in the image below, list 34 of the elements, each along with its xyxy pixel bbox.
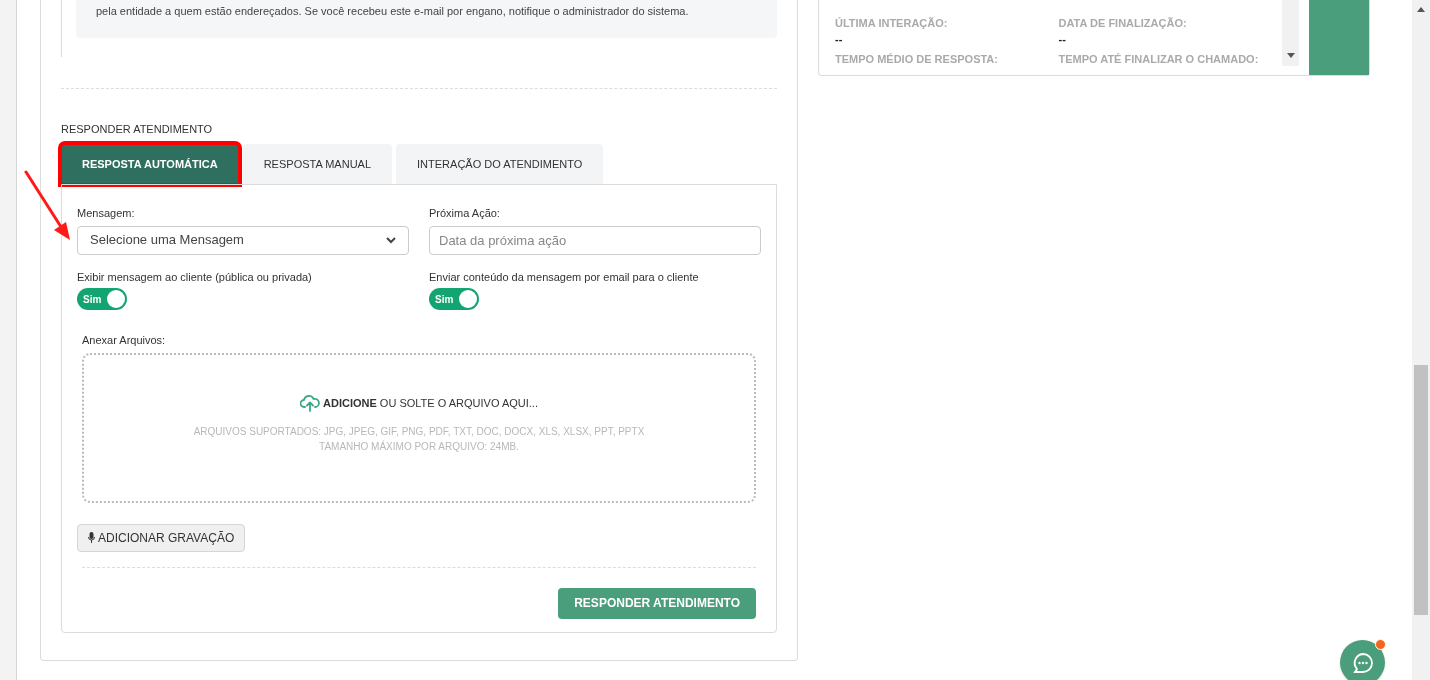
toggle-label: Exibir mensagem ao cliente (pública ou privada) [77,269,312,285]
annotation-arrow [23,170,73,242]
detail-label: ÚLTIMA INTERAÇÃO: [835,16,949,30]
add-recording-button[interactable]: ADICIONAR GRAVAÇÃO [77,523,246,552]
file-drop-zone[interactable]: ADICIONE OU SOLTE O ARQUIVO AQUI... ARQUIVOS SUPORTADOS: JPG, JPEG, GIF, PNG, PDF, TXT, DOC, DOCX, XLS, XLSX, PPT, PPTX TAMANHO MÁXIMO POR ARQUIVO: 24MB. [82,352,756,503]
detail-label: TEMPO ATÉ FINALIZAR O CHAMADO: [1058,52,1260,66]
drop-prompt: ADICIONE OU SOLTE O ARQUIVO AQUI... [323,395,538,411]
scroll-thumb[interactable] [1414,365,1428,615]
microphone-icon [88,532,95,543]
tab[interactable]: INTERAÇÃO DO ATENDIMENTO [396,144,604,184]
detail-label: TEMPO MÉDIO DE RESPOSTA: [835,52,999,66]
tab[interactable]: RESPOSTA MANUAL [242,144,393,184]
section-title: RESPONDER ATENDIMENTO [61,123,213,135]
detail-value: -- [835,32,844,47]
supported-formats: ARQUIVOS SUPORTADOS: JPG, JPEG, GIF, PNG, PDF, TXT, DOC, DOCX, XLS, XLSX, PPT, PPTX [193,424,645,439]
message-select[interactable]: Selecione uma Mensagem [77,225,409,255]
detail-value: -- [1058,32,1067,47]
max-file-size: TAMANHO MÁXIMO POR ARQUIVO: 24MB. [319,439,519,454]
detail-label: DATA DE FINALIZAÇÃO: [1058,16,1188,30]
toggle-label: Enviar conteúdo da mensagem por email para o cliente [429,269,699,285]
tab[interactable]: RESPOSTA AUTOMÁTICA [61,144,239,184]
field-label: Próxima Ação: [429,206,501,221]
cloud-upload-icon [300,394,320,412]
date-input[interactable]: Data da próxima ação [429,225,761,255]
scroll-down-icon [1286,53,1295,58]
page-scrollbar[interactable] [1412,0,1430,680]
chat-button[interactable] [1340,640,1385,680]
field-label: Anexar Arquivos: [82,333,167,348]
chevron-down-icon [386,236,396,244]
scrollbar[interactable] [1282,0,1299,66]
field-label: Mensagem: [77,206,136,221]
scroll-up-icon [1417,7,1425,12]
email-notice: pela entidade a quem estão endereçados. Se você recebeu este e-mail por engano, notifique o administrador do sistema. [96,4,689,19]
chat-bubble-icon [1351,651,1374,674]
